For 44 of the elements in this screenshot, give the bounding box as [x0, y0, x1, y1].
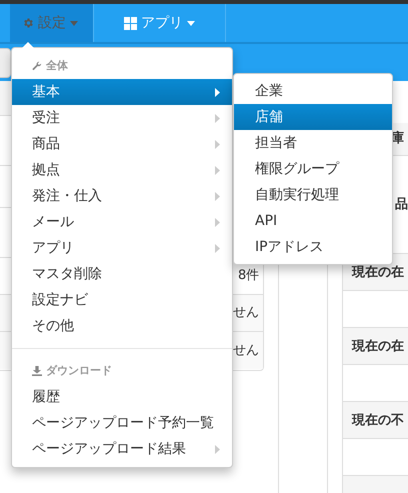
row-label: 現在の在 [352, 264, 404, 282]
table-cell-text: せん [233, 342, 260, 360]
menu-item[interactable]: 受注 [12, 105, 232, 131]
submenu-arrow-icon [215, 192, 220, 200]
table-cell-text: 品 [394, 196, 408, 214]
menu-item[interactable]: 自動実行処理 [234, 182, 392, 208]
toolbar-button[interactable] [0, 48, 11, 78]
menu-header: 全体 [46, 58, 68, 74]
menu-item[interactable]: 店舗 [234, 104, 392, 130]
menu-item[interactable]: IPアドレス [234, 234, 392, 260]
menu-item[interactable]: 設定ナビ [12, 287, 232, 313]
menu-item[interactable]: その他 [12, 313, 232, 339]
caret-icon [187, 20, 195, 26]
menu-item[interactable]: 拠点 [12, 157, 232, 183]
submenu-arrow-icon [215, 166, 220, 174]
menu-item[interactable]: マスタ削除 [12, 261, 232, 287]
menu-item[interactable]: アプリ [12, 235, 232, 261]
submenu-arrow-icon [215, 244, 220, 252]
menu-item[interactable]: メール [12, 209, 232, 235]
menu-item[interactable]: 履歴 [12, 384, 232, 410]
table-cell-text: せん [233, 304, 260, 322]
submenu-arrow-icon [215, 444, 220, 454]
submenu-arrow-icon [215, 88, 220, 96]
menu-item[interactable]: API [234, 208, 392, 234]
wrench-icon [32, 61, 42, 71]
menu-header: ダウンロード [46, 362, 112, 379]
table-cell-text: 8件 [238, 267, 260, 286]
grid-icon [124, 16, 137, 30]
download-icon [32, 366, 42, 376]
menu-item[interactable]: 権限グループ [234, 156, 392, 182]
menu-item[interactable]: 商品 [12, 131, 232, 157]
menu-item[interactable]: 担当者 [234, 130, 392, 156]
menu-item[interactable]: ページアップロード結果 [12, 436, 232, 462]
gear-icon [22, 17, 34, 29]
submenu-arrow-icon [215, 218, 220, 226]
row-label: 現在の在 [352, 338, 404, 356]
submenu-arrow-icon [215, 114, 220, 122]
row-label: 現在の不 [352, 412, 404, 430]
menu-item[interactable]: 発注・仕入 [12, 183, 232, 209]
menu-item[interactable]: 基本 [12, 79, 232, 105]
caret-icon [70, 20, 78, 26]
submenu-arrow-icon [215, 140, 220, 148]
menu-item[interactable]: 企業 [234, 78, 392, 104]
menu-item[interactable]: ページアップロード予約一覧 [12, 410, 232, 436]
